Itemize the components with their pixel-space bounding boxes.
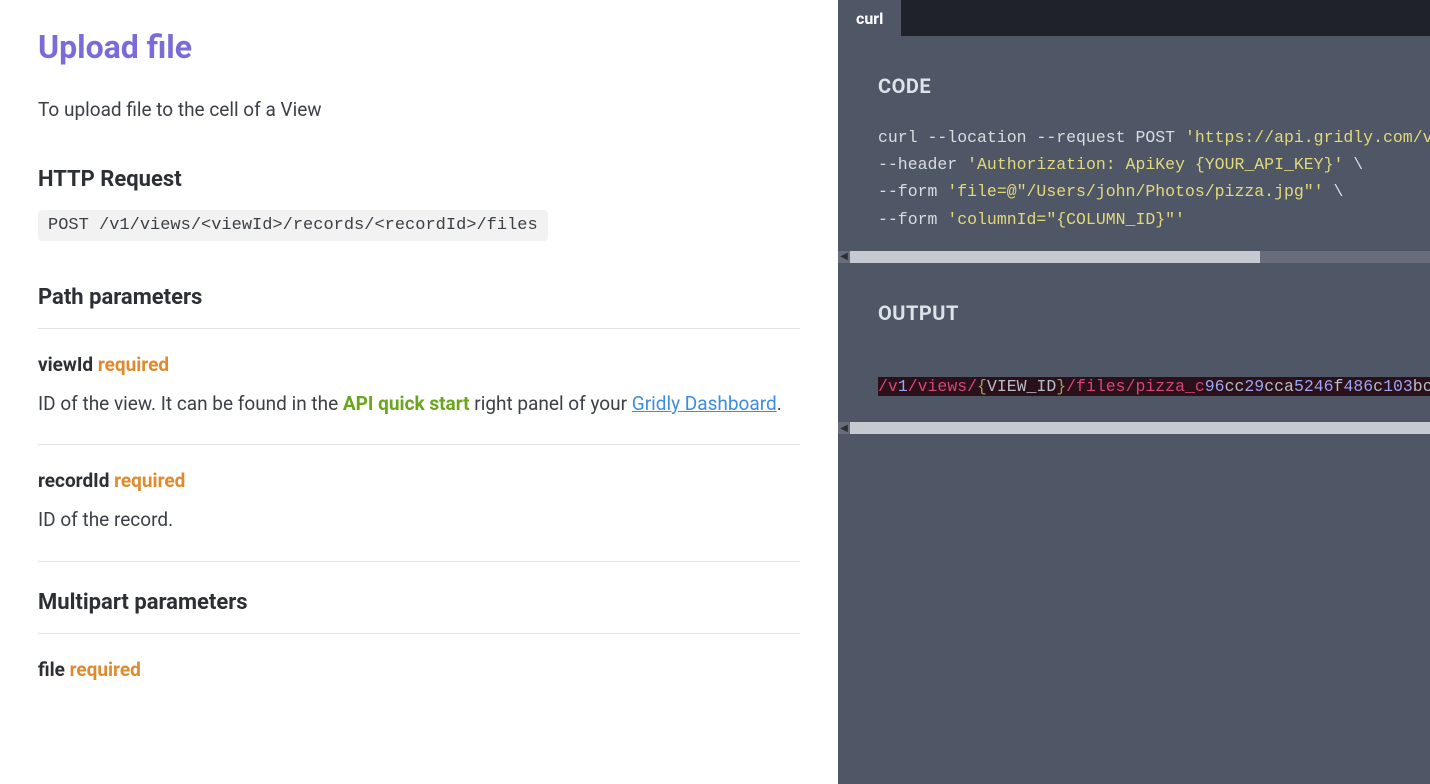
language-tabs: curl (838, 0, 1430, 36)
code-text: --form (878, 182, 947, 201)
out: 5246 (1294, 377, 1334, 396)
param-name: recordId (38, 469, 109, 492)
param-description: ID of the view. It can be found in the A… (38, 388, 800, 420)
required-badge: required (114, 469, 185, 492)
param-description: ID of the record. (38, 504, 800, 536)
out: 486 (1343, 377, 1373, 396)
out: 29 (1244, 377, 1264, 396)
code-text: --header (878, 155, 967, 174)
http-request-heading: HTTP Request (38, 167, 800, 192)
text: right panel of your (470, 392, 632, 415)
out: /views/ (908, 377, 977, 396)
out: cc (1225, 377, 1245, 396)
out: { (977, 377, 987, 396)
code-string: 'https://api.gridly.com/v (1185, 128, 1430, 147)
code-text: \ (1324, 182, 1344, 201)
out: 96 (1205, 377, 1225, 396)
text: ID of the view. It can be found in the (38, 392, 343, 415)
code-sample-pane: curl CODE curl --location --request POST… (838, 0, 1430, 784)
text: . (777, 392, 782, 415)
out: f (1334, 377, 1344, 396)
gridly-dashboard-link[interactable]: Gridly Dashboard (632, 392, 777, 415)
required-badge: required (98, 353, 169, 376)
code-text: --form (878, 210, 947, 229)
out: /files/pizza_c (1066, 377, 1205, 396)
out: bc (1413, 377, 1430, 396)
output-block: /v1/views/{VIEW_ID}/files/pizza_c96cc29c… (838, 343, 1430, 422)
code-string: 'file=@"/Users/john/Photos/pizza.jpg"' (947, 182, 1323, 201)
code-text: curl --location --request POST (878, 128, 1185, 147)
code-string: 'columnId="{COLUMN_ID}"' (947, 210, 1185, 229)
out: 103 (1383, 377, 1413, 396)
api-quick-start-label: API quick start (343, 392, 470, 415)
param-name: viewId (38, 353, 93, 376)
output-section-label: OUTPUT (838, 263, 1430, 343)
scroll-left-icon[interactable]: ◀ (838, 251, 850, 263)
scroll-left-icon[interactable]: ◀ (838, 422, 850, 434)
scrollbar-thumb[interactable] (850, 422, 1430, 434)
code-block: curl --location --request POST 'https://… (838, 116, 1430, 251)
out: cca (1264, 377, 1294, 396)
filler (838, 434, 1430, 784)
tab-curl[interactable]: curl (838, 0, 901, 36)
code-string: 'Authorization: ApiKey {YOUR_API_KEY}' (967, 155, 1343, 174)
http-request-code: POST /v1/views/<viewId>/records/<recordI… (38, 210, 548, 241)
param-recordid: recordId required ID of the record. (38, 445, 800, 560)
page-title: Upload file (38, 28, 800, 66)
horizontal-scrollbar[interactable]: ◀ (838, 251, 1430, 263)
param-viewid: viewId required ID of the view. It can b… (38, 329, 800, 444)
out: VIEW_ID (987, 377, 1056, 396)
out: c (1373, 377, 1383, 396)
horizontal-scrollbar[interactable]: ◀ (838, 422, 1430, 434)
code-text: \ (1343, 155, 1363, 174)
multipart-parameters-heading: Multipart parameters (38, 590, 800, 615)
out: 1 (898, 377, 908, 396)
scrollbar-thumb[interactable] (850, 251, 1260, 263)
param-name: file (38, 658, 65, 681)
out: /v (878, 377, 898, 396)
documentation-pane: Upload file To upload file to the cell o… (0, 0, 838, 784)
path-parameters-heading: Path parameters (38, 285, 800, 310)
divider (38, 561, 800, 562)
required-badge: required (70, 658, 141, 681)
code-section-label: CODE (838, 36, 1430, 116)
out: } (1056, 377, 1066, 396)
param-file: file required (38, 634, 800, 717)
intro-text: To upload file to the cell of a View (38, 98, 800, 121)
